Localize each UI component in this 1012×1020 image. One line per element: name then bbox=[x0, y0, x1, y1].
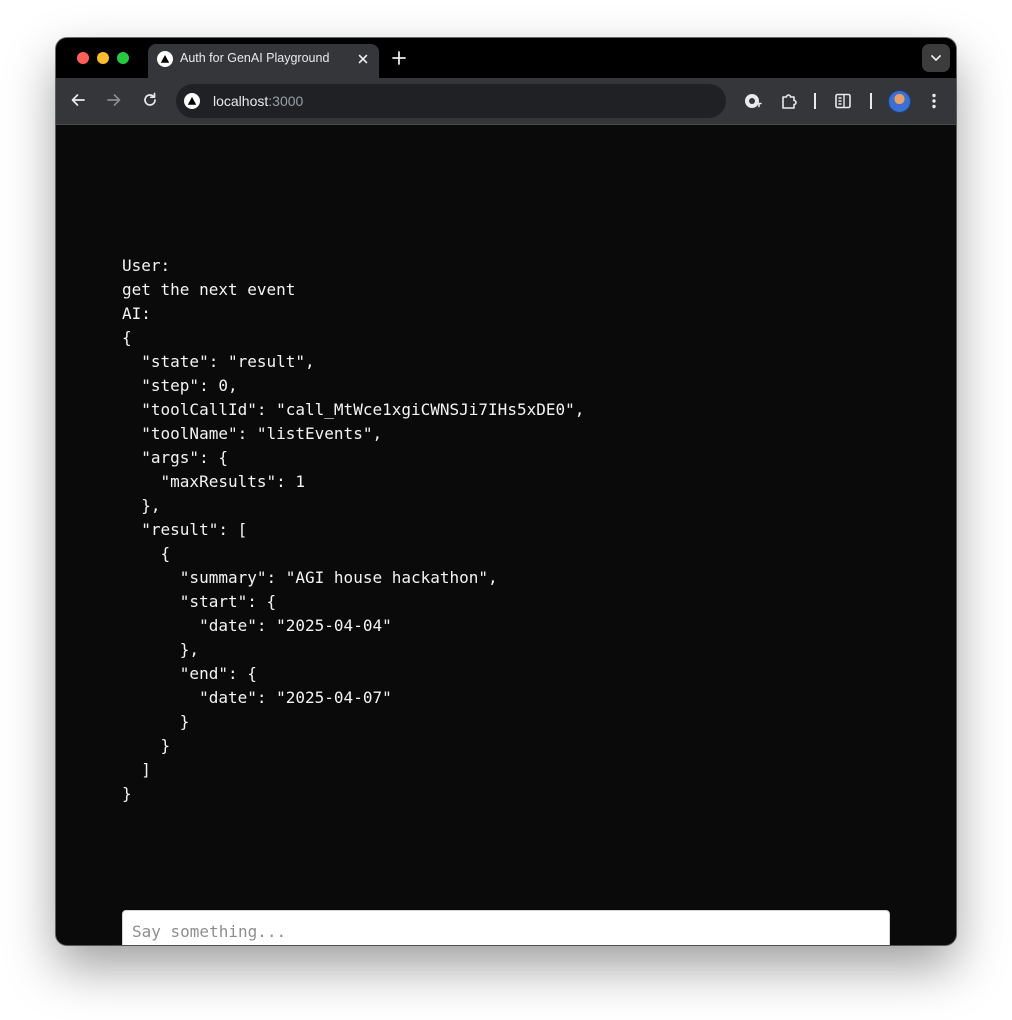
address-bar[interactable]: localhost:3000 bbox=[176, 84, 726, 118]
triangle-logo-icon bbox=[184, 93, 200, 109]
tab-title: Auth for GenAI Playground bbox=[180, 51, 330, 65]
reload-icon[interactable] bbox=[141, 91, 159, 109]
tab-strip: Auth for GenAI Playground bbox=[56, 38, 956, 78]
message-content: get the next event bbox=[122, 280, 296, 299]
message-role-label: AI: bbox=[122, 304, 151, 323]
chat-log: User: get the next event AI: { "state": … bbox=[122, 254, 902, 806]
plus-icon[interactable] bbox=[390, 49, 408, 67]
toolbar-divider bbox=[814, 93, 816, 109]
triangle-logo-icon bbox=[157, 51, 173, 67]
chat-input[interactable] bbox=[122, 910, 890, 945]
message-content: { "state": "result", "step": 0, "toolCal… bbox=[122, 328, 585, 803]
chevron-down-icon[interactable] bbox=[922, 44, 950, 72]
arrow-right-icon[interactable] bbox=[105, 91, 123, 109]
puzzle-piece-icon[interactable] bbox=[779, 91, 799, 111]
close-icon[interactable] bbox=[356, 52, 370, 66]
url-host: localhost bbox=[213, 93, 269, 109]
url-port: :3000 bbox=[268, 93, 304, 109]
password-key-icon[interactable] bbox=[743, 91, 763, 111]
close-window-button[interactable] bbox=[77, 52, 89, 64]
minimize-window-button[interactable] bbox=[97, 52, 109, 64]
url-text: localhost:3000 bbox=[213, 93, 303, 109]
kebab-menu-icon[interactable] bbox=[924, 91, 944, 111]
arrow-left-icon[interactable] bbox=[69, 91, 87, 109]
chat-message: AI: { "state": "result", "step": 0, "too… bbox=[122, 302, 902, 806]
browser-toolbar: localhost:3000 bbox=[56, 78, 956, 125]
side-panel-icon[interactable] bbox=[833, 91, 853, 111]
message-role-label: User: bbox=[122, 256, 171, 275]
profile-avatar[interactable] bbox=[888, 90, 911, 113]
page-content: User: get the next event AI: { "state": … bbox=[56, 125, 956, 945]
toolbar-divider bbox=[870, 93, 872, 109]
browser-window: Auth for GenAI Playground localhost:3000 bbox=[56, 38, 956, 945]
chat-message: User: get the next event bbox=[122, 254, 902, 302]
tab-auth-genai-playground[interactable]: Auth for GenAI Playground bbox=[148, 44, 379, 78]
maximize-window-button[interactable] bbox=[117, 52, 129, 64]
